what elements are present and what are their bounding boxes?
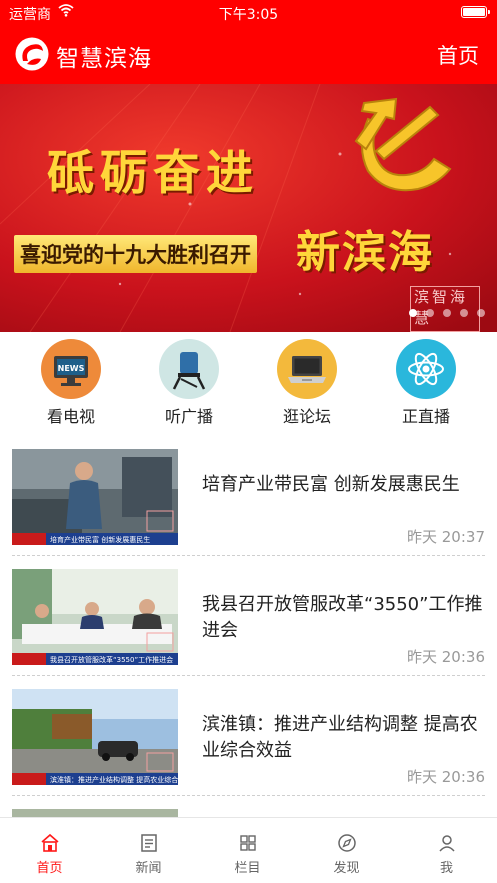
news-thumbnail: 培育产业带民富 创新发展惠民生 <box>12 449 178 545</box>
news-timestamp: 昨天 20:36 <box>407 768 485 786</box>
tab-discover[interactable]: 发现 <box>297 818 396 883</box>
home-link[interactable]: 首页 <box>437 40 479 70</box>
top-nav-bar: 智慧滨海 首页 <box>0 26 497 84</box>
thumbnail-caption: 滨淮镇：推进产业结构调整 提高农业综合效益 <box>50 775 178 784</box>
party-emblem-icon <box>354 97 452 192</box>
atom-icon <box>396 339 456 399</box>
carousel-dot[interactable] <box>477 309 485 317</box>
news-headline: 培育产业带民富 创新发展惠民生 <box>202 474 460 495</box>
banner-slogan-sub: 喜迎党的十九大胜利召开 <box>14 235 257 273</box>
home-icon <box>40 833 59 852</box>
carousel-dot[interactable] <box>409 309 417 317</box>
tab-label: 发现 <box>333 861 360 876</box>
news-list-item[interactable]: 滨淮镇：推进产业结构调整 提高农业综合效益 滨淮镇：推进产业结构调整 提高农业综… <box>12 676 485 796</box>
thumbnail-caption: 培育产业带民富 创新发展惠民生 <box>50 535 150 544</box>
battery-icon <box>461 6 490 18</box>
carousel-dot[interactable] <box>443 309 451 317</box>
news-thumbnail: 我县召开放管服改革“3550”工作推进会 <box>12 569 178 665</box>
news-timestamp: 昨天 20:36 <box>407 648 485 666</box>
news-list-item[interactable]: 培育产业带民富 创新发展惠民生 培育产业带民富 创新发展惠民生 昨天 20:37 <box>12 436 485 556</box>
tab-label: 首页 <box>36 861 63 876</box>
news-headline: 滨淮镇：推进产业结构调整 提高农业综合效益 <box>202 714 478 761</box>
tab-columns[interactable]: 栏目 <box>198 818 297 883</box>
quick-link-label: 逛论坛 <box>282 407 331 426</box>
tv-news-icon: NEWS <box>41 339 101 399</box>
tab-news[interactable]: 新闻 <box>99 818 198 883</box>
banner-slogan-city: 新滨海 <box>296 227 434 278</box>
tab-label: 栏目 <box>234 861 261 876</box>
quick-link-forum[interactable]: 逛论坛 <box>257 339 357 427</box>
quick-links: NEWS 看电视 听广播 逛论坛 正直播 <box>0 332 497 428</box>
news-thumbnail: 滨淮镇：推进产业结构调整 提高农业综合效益 <box>12 689 178 785</box>
news-list-item[interactable]: 我县召开放管服改革“3550”工作推进会 我县召开放管服改革“3550”工作推进… <box>12 556 485 676</box>
tab-me[interactable]: 我 <box>396 818 497 883</box>
news-headline: 我县召开放管服改革“3550”工作推进会 <box>202 594 483 641</box>
quick-link-label: 正直播 <box>401 407 450 426</box>
carousel-indicator[interactable] <box>409 309 485 317</box>
tab-label: 我 <box>439 861 453 876</box>
news-timestamp: 昨天 20:37 <box>407 528 485 546</box>
banner-slogan-main: 砥砺奋进 <box>47 146 259 201</box>
svg-text:NEWS: NEWS <box>58 364 85 373</box>
quick-link-label: 看电视 <box>46 407 95 426</box>
status-time: 下午3:05 <box>218 7 279 23</box>
laptop-icon <box>277 339 337 399</box>
bottom-tab-bar: 首页 新闻 栏目 发现 我 <box>0 817 497 883</box>
compass-icon <box>337 834 356 852</box>
carousel-dot[interactable] <box>426 309 434 317</box>
app-logo-icon <box>15 37 49 71</box>
grid-icon <box>239 835 256 851</box>
news-icon <box>140 834 157 852</box>
status-bar: 运营商 下午3:05 <box>0 0 497 26</box>
tab-home[interactable]: 首页 <box>0 818 99 883</box>
carousel-dot[interactable] <box>460 309 468 317</box>
quick-link-radio[interactable]: 听广播 <box>139 339 239 427</box>
app-title: 智慧滨海 <box>56 46 152 72</box>
banner-carousel[interactable]: 砥砺奋进 喜迎党的十九大胜利召开 新滨海 滨智海慧 <box>0 84 497 332</box>
quick-link-tv[interactable]: NEWS 看电视 <box>21 339 121 427</box>
quick-link-label: 听广播 <box>164 407 213 426</box>
user-icon <box>438 835 455 852</box>
tab-label: 新闻 <box>135 861 162 876</box>
quick-link-live[interactable]: 正直播 <box>376 339 476 427</box>
thumbnail-caption: 我县召开放管服改革“3550”工作推进会 <box>50 655 173 664</box>
radio-chair-icon <box>159 339 219 399</box>
